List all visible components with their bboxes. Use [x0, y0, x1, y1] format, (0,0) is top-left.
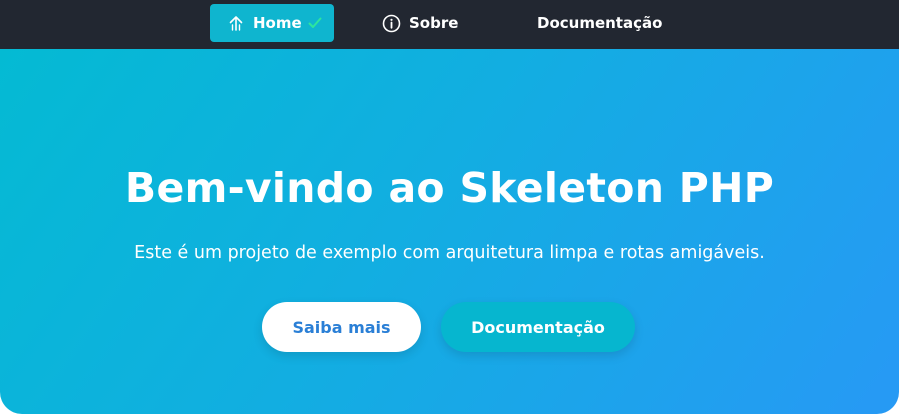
nav-item-home[interactable]: Home [210, 4, 334, 42]
hero-section: Bem-vindo ao Skeleton PHP Este é um proj… [0, 49, 899, 414]
documentacao-button[interactable]: Documentação [441, 302, 635, 352]
saiba-mais-button[interactable]: Saiba mais [262, 302, 421, 352]
nav-item-documentacao[interactable]: Documentação [537, 4, 662, 42]
check-icon [308, 16, 322, 30]
navbar: Home Sobre Documentação [0, 0, 899, 49]
hero-subtitle: Este é um projeto de exemplo com arquite… [134, 243, 765, 263]
nav-item-sobre[interactable]: Sobre [382, 4, 458, 42]
nav-item-sobre-label: Sobre [409, 14, 459, 32]
nav-item-home-label: Home [253, 14, 302, 32]
hero-title: Bem-vindo ao Skeleton PHP [124, 164, 775, 212]
nav-item-documentacao-label: Documentação [537, 14, 663, 32]
info-circle-icon [382, 14, 401, 33]
arrow-up-icon [227, 14, 245, 32]
